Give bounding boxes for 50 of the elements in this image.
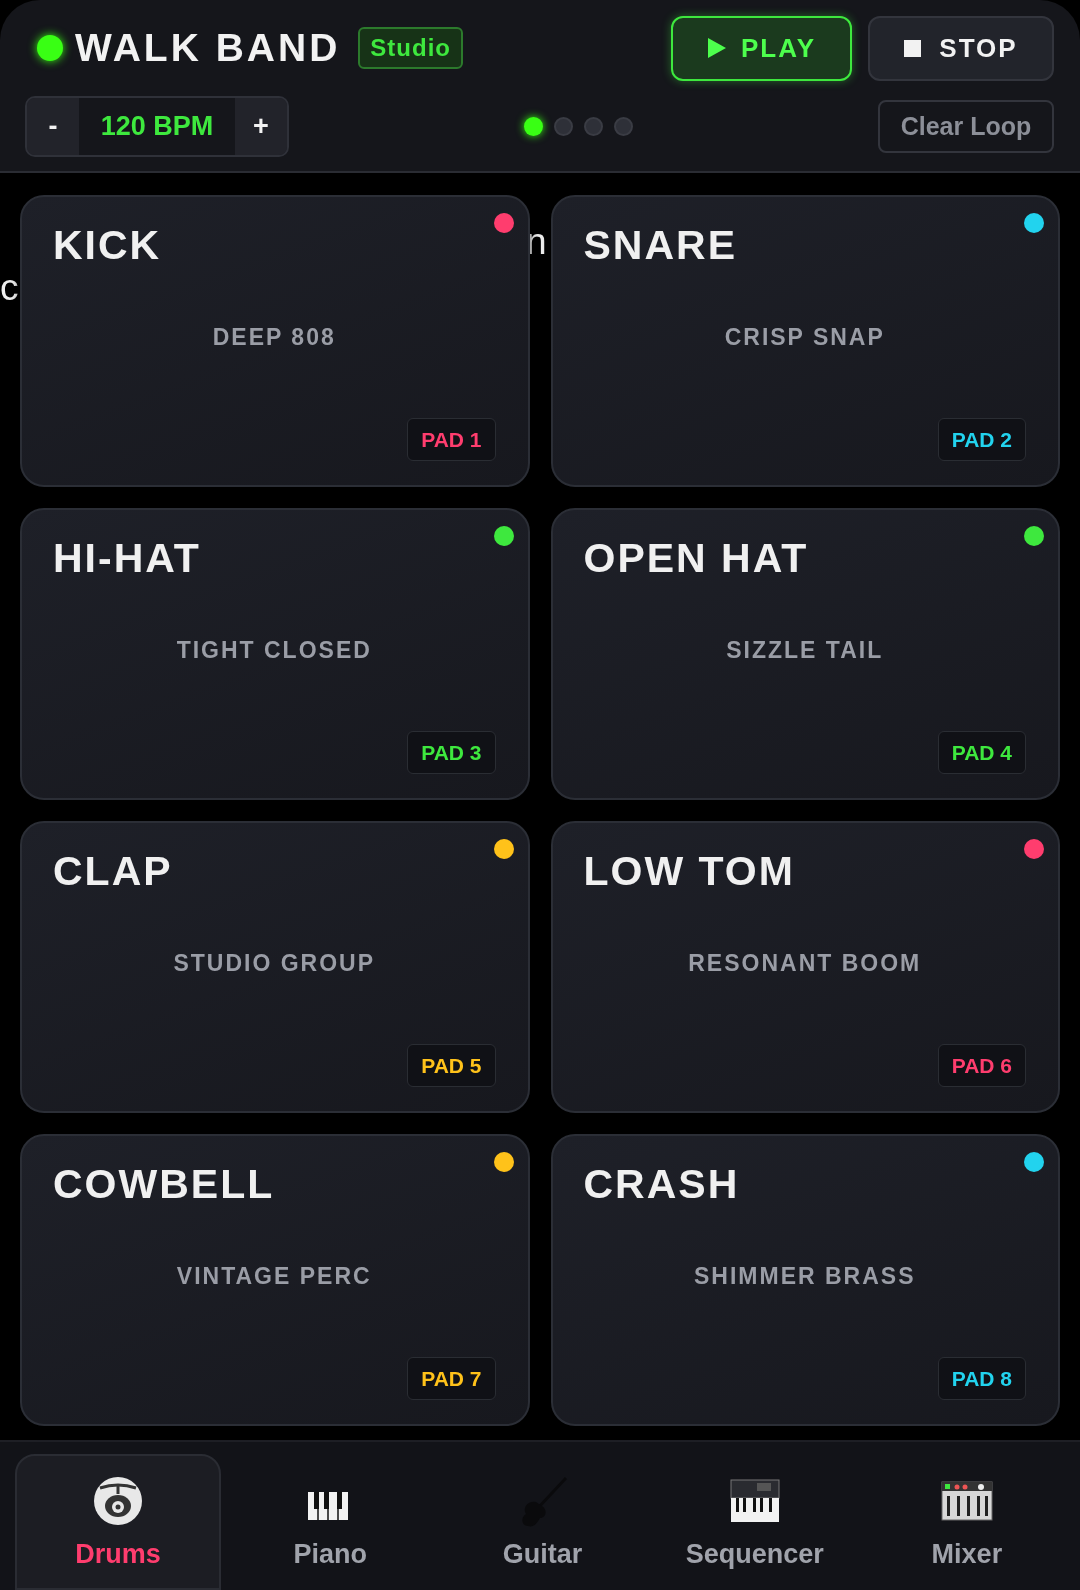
nav-tab[interactable]: Sequencer [651,1454,858,1590]
pad-name: CLAP [53,849,173,895]
loop-step-dot[interactable] [614,117,633,136]
pad-number: PAD 4 [937,730,1026,774]
pad-number: PAD 8 [937,1356,1026,1400]
play-icon [707,37,727,59]
drum-pad[interactable]: KICK DEEP 808 PAD 1 [20,195,530,487]
clear-loop-button[interactable]: Clear Loop [878,100,1054,153]
stop-button[interactable]: STOP [868,15,1054,81]
pad-number: PAD 2 [937,417,1026,461]
pad-name: CRASH [583,1162,740,1208]
nav-tab[interactable]: Drums [15,1454,222,1590]
drum-pad[interactable]: LOW TOM RESONANT BOOM PAD 6 [550,821,1060,1113]
pad-number: PAD 5 [407,1043,496,1087]
drum-pad[interactable]: SNARE CRISP SNAP PAD 2 [550,195,1060,487]
sound-name: VINTAGE PERC [176,1261,372,1291]
drum-pad[interactable]: OPEN HAT SIZZLE TAIL PAD 4 [550,508,1060,800]
code-text: c [0,266,19,310]
loop-step-dot[interactable] [554,117,573,136]
pad-name: LOW TOM [583,849,795,895]
nav-tab[interactable]: Mixer [863,1454,1070,1590]
sound-name: RESONANT BOOM [688,948,922,978]
pad-name: KICK [53,223,162,269]
drum-pad[interactable]: CLAP STUDIO GROUP PAD 5 [20,821,530,1113]
pad-name: SNARE [583,223,738,269]
sound-name: TIGHT CLOSED [176,635,372,665]
drum-pad[interactable]: HI-HAT TIGHT CLOSED PAD 3 [20,508,530,800]
pad-number: PAD 7 [407,1356,496,1400]
sound-name: SHIMMER BRASS [694,1261,916,1291]
loop-step-dot[interactable] [584,117,603,136]
app-title: WALK BAND [75,24,341,71]
drum-pad[interactable]: CRASH SHIMMER BRASS PAD 8 [550,1134,1060,1426]
mode-badge: Studio [358,27,463,69]
sound-name: DEEP 808 [212,322,336,352]
sound-name: CRISP SNAP [724,322,885,352]
tempo-value: 120 BPM [79,98,235,155]
stop-icon [904,39,922,57]
pad-name: OPEN HAT [583,536,809,582]
play-button[interactable]: PLAY [671,15,852,81]
sound-name: STUDIO GROUP [173,948,376,978]
pad-name: COWBELL [53,1162,275,1208]
loop-step-dot[interactable] [524,117,543,136]
nav-tab[interactable]: Guitar [439,1454,646,1590]
pad-name: HI-HAT [53,536,201,582]
sound-name: SIZZLE TAIL [726,635,884,665]
drum-pad[interactable]: COWBELL VINTAGE PERC PAD 7 [20,1134,530,1426]
pad-number: PAD 1 [407,417,496,461]
nav-tab[interactable]: Piano [227,1454,434,1590]
pad-number: PAD 6 [937,1043,1026,1087]
pad-number: PAD 3 [407,730,496,774]
